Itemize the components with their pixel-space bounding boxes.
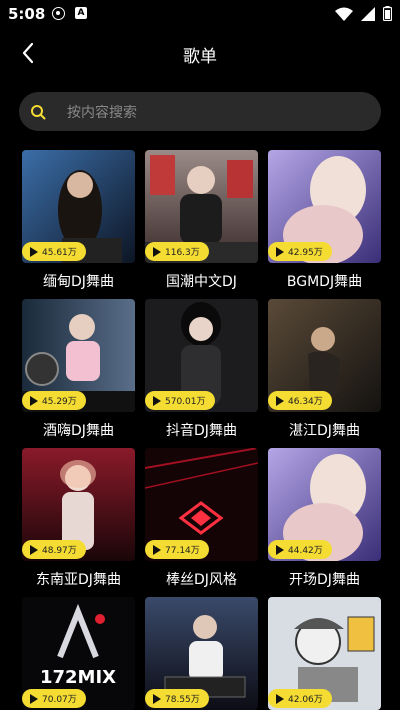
play-count: 116.3万 <box>165 248 200 258</box>
play-icon <box>30 693 38 704</box>
playlist-cover: 42.95万 <box>268 150 381 263</box>
play-count: 46.34万 <box>288 397 323 407</box>
play-count-badge: 48.97万 <box>22 540 86 559</box>
playlist-title: 抖音DJ舞曲 <box>166 423 237 439</box>
playlist-card[interactable]: 77.14万 棒丝DJ风格 <box>145 448 258 589</box>
playlist-cover: 77.14万 <box>145 448 258 561</box>
playlist-grid: 45.61万 缅甸DJ舞曲 116.3万 国潮中文DJ 42.95万 BGMDJ… <box>0 0 400 710</box>
playlist-card[interactable]: 45.29万 酒嗨DJ舞曲 <box>22 299 135 440</box>
play-count: 48.97万 <box>42 546 77 556</box>
play-count: 44.42万 <box>288 546 323 556</box>
play-icon <box>276 395 284 406</box>
playlist-cover: 48.97万 <box>22 448 135 561</box>
playlist-cover: 116.3万 <box>145 150 258 263</box>
play-count: 45.61万 <box>42 248 77 258</box>
play-icon <box>153 693 161 704</box>
play-count: 70.07万 <box>42 695 77 705</box>
playlist-card[interactable]: 45.61万 缅甸DJ舞曲 <box>22 150 135 291</box>
play-icon <box>153 544 161 555</box>
playlist-card[interactable]: 570.01万 抖音DJ舞曲 <box>145 299 258 440</box>
play-icon <box>30 246 38 257</box>
playlist-cover: 46.34万 <box>268 299 381 412</box>
play-count-badge: 70.07万 <box>22 689 86 708</box>
play-icon <box>276 693 284 704</box>
play-count: 42.06万 <box>288 695 323 705</box>
playlist-title: 东南亚DJ舞曲 <box>36 572 121 588</box>
play-count-badge: 78.55万 <box>145 689 209 708</box>
playlist-title: 棒丝DJ风格 <box>166 572 237 588</box>
playlist-card[interactable]: 48.97万 东南亚DJ舞曲 <box>22 448 135 589</box>
play-count-badge: 42.06万 <box>268 689 332 708</box>
playlist-card[interactable]: 42.06万 <box>268 597 381 710</box>
playlist-cover: 570.01万 <box>145 299 258 412</box>
playlist-title: 酒嗨DJ舞曲 <box>43 423 114 439</box>
play-icon <box>30 544 38 555</box>
playlist-cover: 44.42万 <box>268 448 381 561</box>
play-icon <box>153 395 161 406</box>
play-count-badge: 45.29万 <box>22 391 86 410</box>
play-count: 45.29万 <box>42 397 77 407</box>
logo-text: 172MIX <box>40 667 116 688</box>
play-count: 77.14万 <box>165 546 200 556</box>
playlist-card[interactable]: 116.3万 国潮中文DJ <box>145 150 258 291</box>
playlist-title: BGMDJ舞曲 <box>286 274 363 290</box>
play-icon <box>153 246 161 257</box>
play-icon <box>276 246 284 257</box>
play-count: 570.01万 <box>165 397 206 407</box>
playlist-card[interactable]: 44.42万 开场DJ舞曲 <box>268 448 381 589</box>
playlist-card[interactable]: 46.34万 湛江DJ舞曲 <box>268 299 381 440</box>
play-count-badge: 570.01万 <box>145 391 215 410</box>
playlist-cover: 42.06万 <box>268 597 381 710</box>
playlist-cover: 45.29万 <box>22 299 135 412</box>
play-count-badge: 45.61万 <box>22 242 86 261</box>
playlist-cover: 78.55万 <box>145 597 258 710</box>
play-count-badge: 44.42万 <box>268 540 332 559</box>
playlist-title: 湛江DJ舞曲 <box>289 423 360 439</box>
playlist-title: 国潮中文DJ <box>166 274 237 290</box>
playlist-cover: 45.61万 <box>22 150 135 263</box>
play-count: 78.55万 <box>165 695 200 705</box>
playlist-card[interactable]: 172MIX 70.07万 <box>22 597 135 710</box>
play-icon <box>30 395 38 406</box>
play-count-badge: 77.14万 <box>145 540 209 559</box>
playlist-title: 开场DJ舞曲 <box>289 572 360 588</box>
play-count-badge: 116.3万 <box>145 242 209 261</box>
playlist-cover: 172MIX 70.07万 <box>22 597 135 710</box>
play-count-badge: 46.34万 <box>268 391 332 410</box>
playlist-card[interactable]: 78.55万 <box>145 597 258 710</box>
playlist-title: 缅甸DJ舞曲 <box>43 274 114 290</box>
play-count-badge: 42.95万 <box>268 242 332 261</box>
play-icon <box>276 544 284 555</box>
play-count: 42.95万 <box>288 248 323 258</box>
playlist-card[interactable]: 42.95万 BGMDJ舞曲 <box>268 150 381 291</box>
